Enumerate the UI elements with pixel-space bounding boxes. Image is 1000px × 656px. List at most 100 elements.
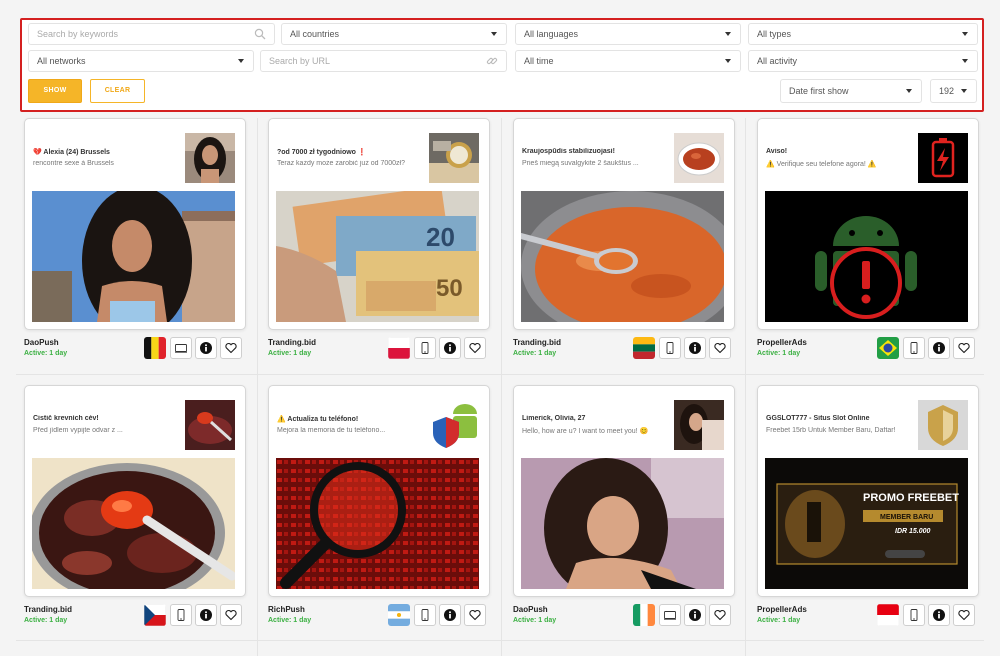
url-search-field[interactable] [260,50,507,72]
favorite-button[interactable] [709,337,731,359]
svg-text:20: 20 [426,222,455,252]
url-input[interactable] [269,51,498,71]
mobile-icon [910,609,918,621]
info-button[interactable] [195,604,217,626]
info-button[interactable] [439,337,461,359]
ad-preview[interactable]: ⚠️ Actualiza tu teléfono! Mejora la memo… [268,385,490,597]
ad-active-duration: Active: 1 day [268,350,312,357]
info-button[interactable] [684,337,706,359]
flag-poland-icon [388,337,410,359]
chevron-down-icon [238,59,244,63]
info-icon [689,609,701,621]
ad-icon-image [185,133,235,183]
device-mobile-button[interactable] [414,604,436,626]
favorite-button[interactable] [220,337,242,359]
chevron-down-icon [961,89,967,93]
favorite-button[interactable] [953,604,975,626]
ad-card[interactable]: GGSLOT777 - Situs Slot Online Freebet 15… [757,385,993,637]
mobile-icon [421,342,429,354]
ad-card[interactable]: ?od 7000 zł tygodniowo ❗ Teraz każdy moż… [268,118,504,370]
info-button[interactable] [439,604,461,626]
sort-value: Date first show [789,86,849,96]
ad-preview[interactable]: Čistič krevních cév! Před jídlem vypijte… [24,385,246,597]
show-button[interactable]: SHOW [28,79,82,103]
ad-network: PropellerAds [757,338,807,347]
flag-lithuania-icon [633,337,655,359]
ad-title: 💔 Alexia (24) Brussels [33,149,110,156]
heart-icon [469,609,481,621]
ad-main-image [765,191,968,322]
ad-card[interactable]: ⚠️ Actualiza tu teléfono! Mejora la memo… [268,385,504,637]
grid-divider [16,640,984,641]
ad-card[interactable]: Čistič krevních cév! Před jídlem vypijte… [24,385,260,637]
types-select[interactable]: All types [748,23,978,45]
favorite-button[interactable] [220,604,242,626]
banner-line-2: MEMBER BARU [880,514,933,521]
ad-main-image [521,191,724,322]
ad-preview[interactable]: Kraujospūdis stabilizuojasi! Prieš miegą… [513,118,735,330]
device-mobile-button[interactable] [659,337,681,359]
filter-panel: All countries All languages All types Al… [20,18,984,112]
keywords-search-field[interactable] [28,23,275,45]
battery-warning-icon [918,133,968,183]
networks-select[interactable]: All networks [28,50,254,72]
ad-title: ⚠️ Actualiza tu teléfono! [277,416,359,423]
flag-argentina-icon [388,604,410,626]
info-button[interactable] [928,604,950,626]
device-mobile-button[interactable] [903,337,925,359]
flag-ireland-icon [633,604,655,626]
link-icon [486,57,498,65]
sort-select[interactable]: Date first show [780,79,922,103]
ad-preview[interactable]: Aviso! ⚠️ Verifique seu telefone agora! … [757,118,979,330]
ad-card[interactable]: Limerick, Olivia, 27 Hello, how are u? I… [513,385,749,637]
ad-preview[interactable]: Limerick, Olivia, 27 Hello, how are u? I… [513,385,735,597]
countries-value: All countries [290,29,340,39]
per-page-select[interactable]: 192 [930,79,977,103]
ad-preview[interactable]: 💔 Alexia (24) Brussels rencontre sexe à … [24,118,246,330]
info-icon [200,609,212,621]
banner-line-3: IDR 15.000 [895,528,931,535]
ad-network: PropellerAds [757,605,807,614]
ad-card[interactable]: Kraujospūdis stabilizuojasi! Prieš miegą… [513,118,749,370]
activity-select[interactable]: All activity [748,50,978,72]
device-mobile-button[interactable] [170,604,192,626]
heart-icon [958,342,970,354]
ad-preview[interactable]: GGSLOT777 - Situs Slot Online Freebet 15… [757,385,979,597]
ad-card[interactable]: Aviso! ⚠️ Verifique seu telefone agora! … [757,118,993,370]
favorite-button[interactable] [709,604,731,626]
device-mobile-button[interactable] [414,337,436,359]
device-desktop-button[interactable] [659,604,681,626]
keywords-input[interactable] [37,24,266,44]
favorite-button[interactable] [464,604,486,626]
ad-main-image: 20 50 [276,191,479,322]
languages-select[interactable]: All languages [515,23,741,45]
info-button[interactable] [928,337,950,359]
favorite-button[interactable] [953,337,975,359]
ad-active-duration: Active: 1 day [513,350,557,357]
device-mobile-button[interactable] [903,604,925,626]
info-button[interactable] [195,337,217,359]
networks-value: All networks [37,56,86,66]
ad-title: ?od 7000 zł tygodniowo ❗ [277,149,367,156]
countries-select[interactable]: All countries [281,23,507,45]
ad-title: Limerick, Olivia, 27 [522,415,586,422]
favorite-button[interactable] [464,337,486,359]
device-desktop-button[interactable] [170,337,192,359]
ad-body: Hello, how are u? I want to meet you! 😊 [522,428,649,435]
time-value: All time [524,56,554,66]
svg-text:50: 50 [436,275,463,302]
ad-body: Teraz każdy może zarobić już od 7000zł? [277,160,406,167]
info-icon [444,609,456,621]
ad-card[interactable]: 💔 Alexia (24) Brussels rencontre sexe à … [24,118,260,370]
desktop-icon [664,611,676,620]
info-icon [933,609,945,621]
clear-button[interactable]: CLEAR [90,79,145,103]
ad-active-duration: Active: 1 day [24,617,68,624]
ad-body: Freebet 15rb Untuk Member Baru, Daftar! [766,427,896,434]
ad-preview[interactable]: ?od 7000 zł tygodniowo ❗ Teraz każdy moż… [268,118,490,330]
time-select[interactable]: All time [515,50,741,72]
heart-icon [714,342,726,354]
ad-main-image [521,458,724,589]
info-button[interactable] [684,604,706,626]
flag-belgium-icon [144,337,166,359]
